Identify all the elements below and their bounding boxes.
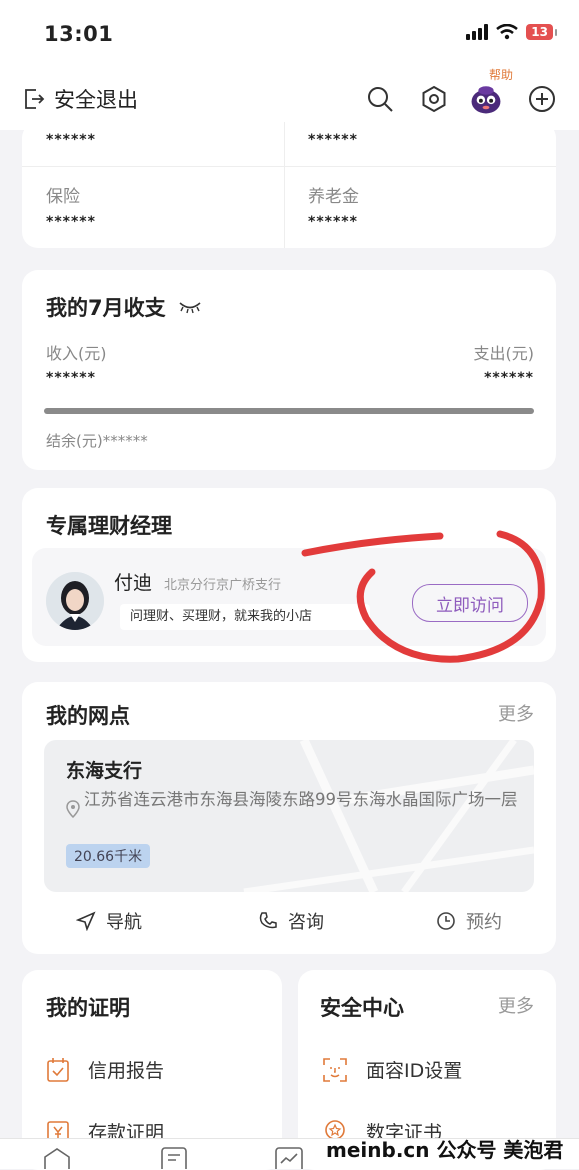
battery-indicator: 13 — [526, 24, 557, 40]
monthly-summary-card[interactable]: 我的7月收支 收入(元) ****** 支出(元) ****** 结余(元)**… — [22, 270, 556, 470]
credit-report-item[interactable]: 信用报告 — [46, 1056, 164, 1083]
branch-address: 江苏省连云港市东海县海陵东路99号东海水晶国际广场一层 — [84, 790, 518, 809]
status-icons: 13 — [466, 24, 557, 40]
eye-closed-icon[interactable] — [178, 300, 202, 314]
settings-button[interactable] — [417, 82, 451, 116]
search-icon — [368, 87, 393, 112]
navigation-icon — [76, 911, 96, 931]
security-section-title: 安全中心 — [320, 996, 404, 1020]
clock-icon — [437, 912, 455, 930]
watermark-text: meinb.cn 公众号 美泡君 — [326, 1138, 564, 1162]
settings-icon — [422, 85, 446, 113]
pension-label[interactable]: 养老金 — [308, 182, 359, 207]
expense-value: ****** — [484, 370, 534, 386]
branch-map-card[interactable]: 东海支行 江苏省连云港市东海县海陵东路99号东海水晶国际广场一层 20.66千米 — [44, 740, 534, 892]
assets-card: ****** ****** 保险 ****** 养老金 ****** — [22, 122, 556, 248]
phone-icon — [259, 912, 277, 929]
monthly-title: 我的7月收支 — [46, 296, 166, 320]
calendar-check-icon — [47, 1057, 69, 1082]
manager-avatar — [46, 572, 104, 630]
reserve-button[interactable]: 预约 — [436, 908, 502, 934]
plus-circle-icon — [529, 86, 555, 112]
top-actions — [363, 82, 559, 116]
location-pin-icon — [66, 800, 80, 818]
asset-value: ****** — [46, 132, 96, 148]
manager-section-title: 专属理财经理 — [46, 514, 172, 538]
logout-button[interactable]: 安全退出 — [22, 84, 138, 114]
manager-panel[interactable]: 付迪 北京分行京广桥支行 问理财、买理财，就来我的小店 立即访问 — [32, 548, 546, 646]
asset-value: ****** — [308, 132, 358, 148]
face-id-item[interactable]: 面容ID设置 — [322, 1056, 462, 1083]
document-icon[interactable] — [160, 1147, 188, 1169]
wifi-icon — [496, 24, 519, 40]
navigate-label: 导航 — [106, 912, 142, 933]
status-bar: 13:01 13 — [0, 0, 579, 70]
help-label[interactable]: 帮助 — [489, 66, 513, 83]
pension-value: ****** — [308, 214, 358, 230]
status-time: 13:01 — [44, 22, 114, 46]
divider — [22, 166, 556, 167]
branches-more-link[interactable]: 更多 — [498, 700, 534, 726]
signal-icon — [466, 24, 489, 40]
logout-icon — [25, 89, 45, 109]
income-value: ****** — [46, 370, 96, 386]
branch-name: 东海支行 — [66, 760, 143, 782]
insurance-value: ****** — [46, 214, 96, 230]
navigate-button[interactable]: 导航 — [76, 908, 142, 934]
top-bar: 安全退出 帮助 — [0, 68, 579, 130]
balance-text: 结余(元)****** — [46, 432, 148, 450]
income-label: 收入(元) — [46, 344, 107, 363]
manager-branch: 北京分行京广桥支行 — [164, 578, 282, 593]
divider — [284, 122, 285, 248]
face-id-icon — [323, 1057, 347, 1082]
security-more-link[interactable]: 更多 — [498, 992, 534, 1018]
wealth-manager-card: 专属理财经理 付迪 北京分行京广桥支行 问理财、买理财，就来我的小店 立即访问 — [22, 488, 556, 662]
manager-tagline: 问理财、买理财，就来我的小店 — [120, 604, 370, 630]
visit-button[interactable]: 立即访问 — [412, 584, 528, 622]
branches-card: 我的网点 更多 东海支行 江苏省连云港市东海县海陵东路99号东海水晶国际广场一层… — [22, 682, 556, 954]
mascot-icon — [471, 86, 501, 114]
expense-label: 支出(元) — [473, 344, 535, 363]
logout-label: 安全退出 — [54, 88, 138, 112]
certificates-section-title: 我的证明 — [46, 996, 130, 1020]
reserve-label: 预约 — [466, 912, 502, 933]
income-expense-bar — [44, 408, 534, 414]
home-icon[interactable] — [42, 1147, 72, 1169]
branches-section-title: 我的网点 — [46, 704, 130, 728]
add-button[interactable] — [525, 82, 559, 116]
mascot-avatar-button[interactable] — [469, 82, 503, 116]
face-id-label: 面容ID设置 — [366, 1060, 463, 1082]
manager-name: 付迪 — [114, 572, 153, 594]
insurance-label[interactable]: 保险 — [46, 182, 80, 207]
consult-button[interactable]: 咨询 — [258, 908, 324, 934]
credit-report-label: 信用报告 — [88, 1060, 165, 1082]
consult-label: 咨询 — [288, 912, 324, 933]
trend-chart-icon[interactable] — [274, 1147, 304, 1169]
branch-distance-badge: 20.66千米 — [66, 844, 151, 868]
search-button[interactable] — [363, 82, 397, 116]
